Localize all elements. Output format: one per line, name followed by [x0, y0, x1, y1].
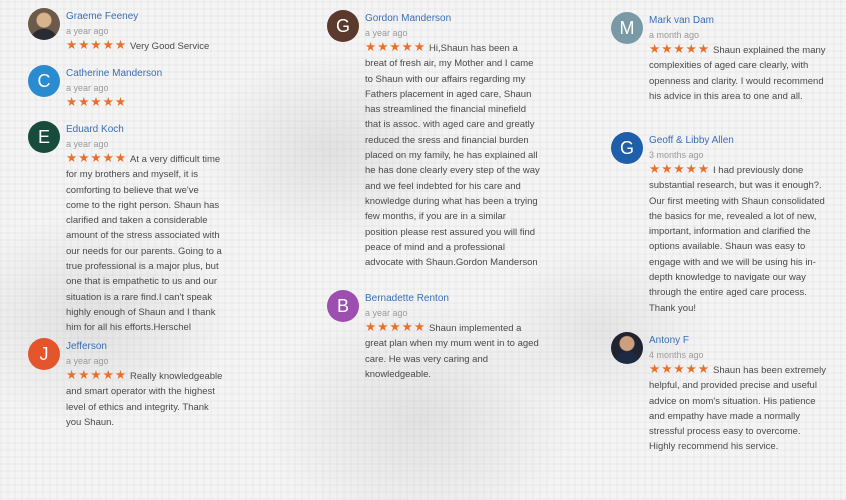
avatar: M — [611, 12, 643, 44]
star-rating-icon: ★★★★★ — [365, 40, 427, 54]
reviewer-name[interactable]: Antony F — [649, 334, 829, 348]
review-text: ★★★★★ Shaun implemented a great plan when… — [365, 320, 539, 380]
review-card: J Jefferson a year ago ★★★★★ Really knowl… — [28, 338, 224, 428]
review-text: ★★★★★ Very Good Service — [66, 38, 210, 52]
review-card: B Bernadette Renton a year ago ★★★★★ Shau… — [327, 290, 541, 390]
review-time: a year ago — [365, 308, 408, 318]
avatar — [611, 332, 643, 364]
avatar: G — [327, 10, 359, 42]
review-text: ★★★★★ — [66, 95, 224, 111]
review-time: 3 months ago — [649, 150, 704, 160]
review-card: Graeme Feeney a year ago ★★★★★ Very Good … — [28, 8, 224, 52]
avatar: G — [611, 132, 643, 164]
star-rating-icon: ★★★★★ — [649, 362, 711, 376]
review-card: G Geoff & Libby Allen 3 months ago ★★★★★… — [611, 132, 829, 327]
star-rating-icon: ★★★★★ — [649, 42, 711, 56]
review-time: a year ago — [66, 83, 109, 93]
review-text: ★★★★★ Shaun has been extremely helpful, a… — [649, 362, 827, 453]
star-rating-icon: ★★★★★ — [649, 162, 711, 176]
review-time: a month ago — [649, 30, 700, 40]
review-text: ★★★★★ Hi,Shaun has been a breat of fresh … — [365, 40, 540, 269]
review-text: ★★★★★ At a very difficult time for my bro… — [66, 151, 222, 334]
review-time: a year ago — [365, 28, 408, 38]
review-text: ★★★★★ I had previously done substantial r… — [649, 162, 825, 314]
star-rating-icon: ★★★★★ — [66, 368, 128, 382]
review-time: 4 months ago — [649, 350, 704, 360]
reviewer-name[interactable]: Catherine Manderson — [66, 67, 224, 81]
star-rating-icon: ★★★★★ — [66, 151, 128, 165]
review-card: G Gordon Manderson a year ago ★★★★★ Hi,Sh… — [327, 10, 541, 285]
review-time: a year ago — [66, 356, 109, 366]
reviewer-name[interactable]: Graeme Feeney — [66, 10, 224, 24]
review-card: M Mark van Dam a month ago ★★★★★ Shaun ex… — [611, 12, 829, 124]
review-time: a year ago — [66, 139, 109, 149]
star-rating-icon: ★★★★★ — [365, 320, 427, 334]
reviewer-name[interactable]: Mark van Dam — [649, 14, 829, 28]
review-card: Antony F 4 months ago ★★★★★ Shaun has bee… — [611, 332, 829, 482]
review-text: ★★★★★ Shaun explained the many complexiti… — [649, 42, 826, 102]
review-text: ★★★★★ Really knowledgeable and smart oper… — [66, 368, 223, 428]
star-rating-icon: ★★★★★ — [66, 38, 128, 52]
avatar: B — [327, 290, 359, 322]
review-card: C Catherine Manderson a year ago ★★★★★ — [28, 65, 224, 109]
star-rating-icon: ★★★★★ — [66, 95, 128, 109]
avatar: C — [28, 65, 60, 97]
avatar: J — [28, 338, 60, 370]
avatar — [28, 8, 60, 40]
reviewer-name[interactable]: Bernadette Renton — [365, 292, 541, 306]
reviewer-name[interactable]: Geoff & Libby Allen — [649, 134, 829, 148]
review-time: a year ago — [66, 26, 109, 36]
review-card: E Eduard Koch a year ago ★★★★★ At a very … — [28, 121, 224, 333]
reviewer-name[interactable]: Eduard Koch — [66, 123, 224, 137]
avatar: E — [28, 121, 60, 153]
reviewer-name[interactable]: Jefferson — [66, 340, 224, 354]
reviewer-name[interactable]: Gordon Manderson — [365, 12, 541, 26]
